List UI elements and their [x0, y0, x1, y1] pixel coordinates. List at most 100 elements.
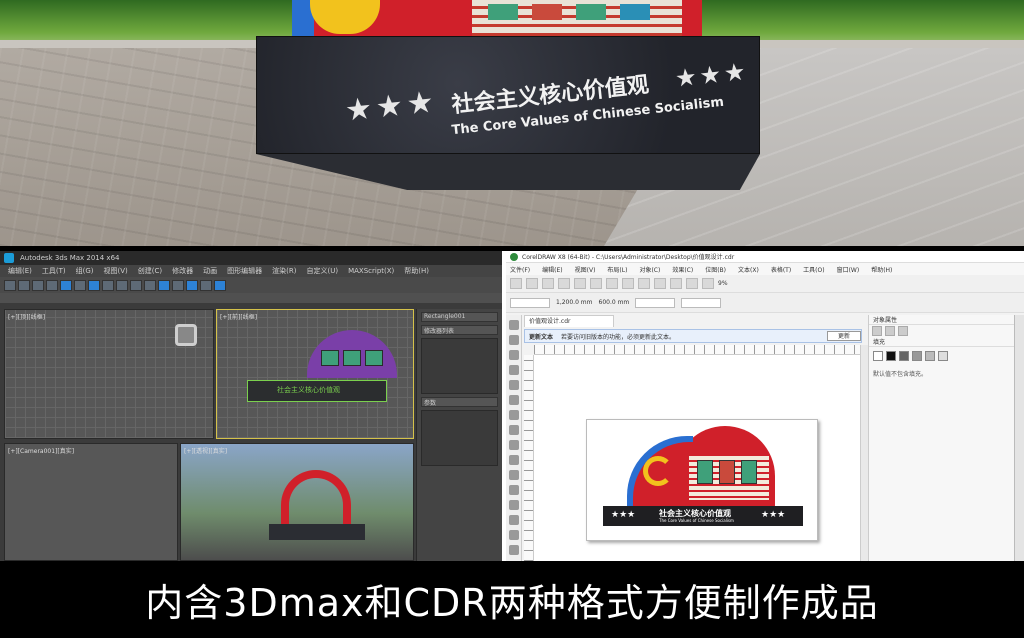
- cdr-menu-item[interactable]: 文本(X): [738, 265, 759, 274]
- cdr-menu-item[interactable]: 编辑(E): [542, 265, 562, 274]
- mirror-icon[interactable]: [158, 279, 170, 291]
- texture-fill-icon[interactable]: [938, 351, 948, 361]
- max-menu-item[interactable]: 修改器: [172, 266, 193, 276]
- redo-icon[interactable]: [18, 279, 30, 291]
- undo-icon[interactable]: [622, 278, 634, 289]
- parameters-list[interactable]: [421, 410, 498, 466]
- export-icon[interactable]: [686, 278, 698, 289]
- max-menu-item[interactable]: 自定义(U): [306, 266, 338, 276]
- render-icon[interactable]: [214, 279, 226, 291]
- pick-tool-icon[interactable]: [509, 320, 519, 330]
- page-height[interactable]: 600.0 mm: [599, 299, 630, 306]
- angle-snap-icon[interactable]: [144, 279, 156, 291]
- render-setup-icon[interactable]: [200, 279, 212, 291]
- viewport-perspective[interactable]: [+][透视][真实]: [180, 443, 414, 561]
- zoom-level[interactable]: 9%: [718, 280, 728, 287]
- link-icon[interactable]: [32, 279, 44, 291]
- vertical-scrollbar[interactable]: [860, 345, 868, 561]
- open-file-icon[interactable]: [526, 278, 538, 289]
- align-icon[interactable]: [172, 279, 184, 291]
- max-menu-item[interactable]: 编辑(E): [8, 266, 32, 276]
- save-icon[interactable]: [542, 278, 554, 289]
- cdr-menu-item[interactable]: 工具(O): [803, 265, 824, 274]
- units-dropdown[interactable]: [635, 297, 676, 308]
- object-name-field[interactable]: Rectangle001: [421, 312, 498, 322]
- cut-icon[interactable]: [574, 278, 586, 289]
- redo-icon[interactable]: [638, 278, 650, 289]
- parameters-rollout[interactable]: 参数: [421, 397, 498, 407]
- new-file-icon[interactable]: [510, 278, 522, 289]
- no-fill-icon[interactable]: [873, 351, 883, 361]
- viewport-camera[interactable]: [+][Camera001][真实]: [4, 443, 178, 561]
- zoom-tool-icon[interactable]: [509, 365, 519, 375]
- artistic-media-icon[interactable]: [509, 395, 519, 405]
- interactive-fill-icon[interactable]: [509, 545, 519, 555]
- rotate-icon[interactable]: [102, 279, 114, 291]
- max-menu-item[interactable]: 渲染(R): [272, 266, 296, 276]
- connector-tool-icon[interactable]: [509, 485, 519, 495]
- viewcube-icon[interactable]: [175, 324, 197, 346]
- cdr-menu-item[interactable]: 文件(F): [510, 265, 530, 274]
- cdr-menu-item[interactable]: 效果(C): [672, 265, 693, 274]
- cdr-menu-item[interactable]: 窗口(W): [837, 265, 860, 274]
- shadow-tool-icon[interactable]: [509, 500, 519, 510]
- print-icon[interactable]: [558, 278, 570, 289]
- docker-side-tabs[interactable]: [1014, 315, 1024, 561]
- docker-tab-icon[interactable]: [872, 326, 882, 336]
- page-width[interactable]: 1,200.0 mm: [556, 299, 593, 306]
- vector-pattern-icon[interactable]: [912, 351, 922, 361]
- max-menu-item[interactable]: 动画: [203, 266, 217, 276]
- docker-tab-icon[interactable]: [898, 326, 908, 336]
- cdr-menu-item[interactable]: 对象(C): [639, 265, 660, 274]
- viewport-top[interactable]: [+][顶][线框]: [4, 309, 214, 439]
- freehand-tool-icon[interactable]: [509, 380, 519, 390]
- max-menu-item[interactable]: 帮助(H): [404, 266, 429, 276]
- bitmap-pattern-icon[interactable]: [925, 351, 935, 361]
- drawing-canvas[interactable]: ★★★ 社会主义核心价值观 The Core Values of Chinese…: [534, 355, 860, 561]
- ellipse-tool-icon[interactable]: [509, 425, 519, 435]
- cdr-menu-item[interactable]: 布局(L): [607, 265, 627, 274]
- max-menu-item[interactable]: 组(G): [76, 266, 94, 276]
- cdr-menu-item[interactable]: 帮助(H): [871, 265, 892, 274]
- max-menu-item[interactable]: 视图(V): [104, 266, 128, 276]
- text-tool-icon[interactable]: [509, 455, 519, 465]
- snap-icon[interactable]: [130, 279, 142, 291]
- select-region-icon[interactable]: [74, 279, 86, 291]
- max-menu-item[interactable]: 创建(C): [138, 266, 162, 276]
- fountain-fill-icon[interactable]: [899, 351, 909, 361]
- shape-tool-icon[interactable]: [509, 335, 519, 345]
- rectangle-tool-icon[interactable]: [509, 410, 519, 420]
- undo-icon[interactable]: [4, 279, 16, 291]
- horizontal-ruler[interactable]: [534, 345, 860, 355]
- cdr-menu-item[interactable]: 视图(V): [575, 265, 596, 274]
- transparency-tool-icon[interactable]: [509, 515, 519, 525]
- parallel-dimension-icon[interactable]: [509, 470, 519, 480]
- crop-tool-icon[interactable]: [509, 350, 519, 360]
- paste-icon[interactable]: [606, 278, 618, 289]
- material-editor-icon[interactable]: [186, 279, 198, 291]
- cdr-menu-item[interactable]: 位图(B): [705, 265, 726, 274]
- update-button[interactable]: 更新: [827, 331, 861, 341]
- import-icon[interactable]: [670, 278, 682, 289]
- select-icon[interactable]: [60, 279, 72, 291]
- viewport-front[interactable]: [+][前][线框] 社会主义核心价值观: [216, 309, 414, 439]
- max-menu-item[interactable]: 图形编辑器: [227, 266, 262, 276]
- modifier-list[interactable]: 修改器列表: [421, 325, 498, 335]
- nudge-field[interactable]: [681, 297, 722, 308]
- cdr-menu-item[interactable]: 表格(T): [771, 265, 791, 274]
- max-menu-item[interactable]: 工具(T): [42, 266, 66, 276]
- page-size-dropdown[interactable]: [510, 297, 550, 308]
- scale-icon[interactable]: [116, 279, 128, 291]
- uniform-fill-icon[interactable]: [886, 351, 896, 361]
- eyedropper-tool-icon[interactable]: [509, 530, 519, 540]
- move-icon[interactable]: [88, 279, 100, 291]
- modifier-stack[interactable]: [421, 338, 498, 394]
- polygon-tool-icon[interactable]: [509, 440, 519, 450]
- search-icon[interactable]: [654, 278, 666, 289]
- copy-icon[interactable]: [590, 278, 602, 289]
- max-menu-item[interactable]: MAXScript(X): [348, 267, 394, 275]
- unlink-icon[interactable]: [46, 279, 58, 291]
- docker-tab-icon[interactable]: [885, 326, 895, 336]
- vertical-ruler[interactable]: [524, 355, 534, 561]
- document-tab[interactable]: 价值观设计.cdr: [524, 315, 614, 327]
